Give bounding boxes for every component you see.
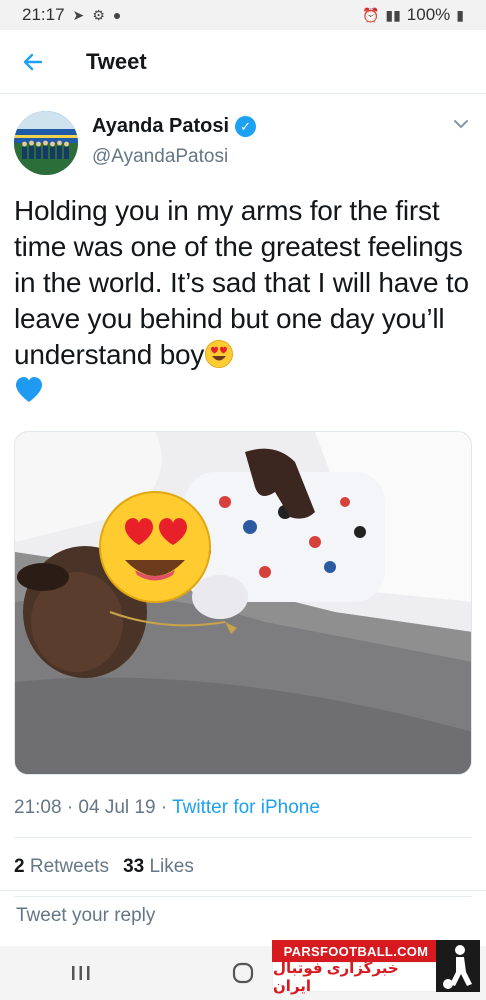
reply-input[interactable]: Tweet your reply [0, 890, 486, 946]
tweet-text: Holding you in my arms for the first tim… [14, 193, 472, 409]
back-button[interactable] [0, 30, 66, 94]
watermark: PARSFOOTBALL.COM خبرگزاری فوتبال ایران [272, 940, 482, 996]
page-title: Tweet [86, 48, 147, 74]
app-header: Tweet [0, 30, 486, 94]
author-handle: @AyandaPatosi [92, 146, 229, 167]
chevron-down-icon [454, 120, 468, 129]
photo-image [15, 432, 471, 774]
tweet-photo[interactable] [14, 431, 472, 775]
likes-label: Likes [149, 856, 194, 877]
status-time: 21:17 [22, 5, 65, 24]
likes-count: 33 [123, 856, 145, 877]
avatar[interactable] [14, 111, 78, 175]
likes-stat[interactable]: 33 Likes [123, 856, 194, 878]
battery-level: 100% [406, 5, 451, 24]
author-name: Ayanda Patosi [92, 115, 230, 137]
status-right: ⏰ ▮▮ 100% ▮ [362, 5, 464, 25]
tweet-author: Ayanda Patosi ✓ @AyandaPatosi [14, 95, 472, 185]
blue-heart-emoji-icon [14, 375, 44, 405]
tweet-source-link[interactable]: Twitter for iPhone [172, 797, 320, 818]
telegram-icon: ➤ [72, 6, 85, 23]
tweet-body: Holding you in my arms for the first tim… [14, 195, 469, 370]
tweet-timestamp: 21:08 · 04 Jul 19 · [14, 797, 173, 818]
watermark-logo-icon [436, 940, 480, 992]
battery-icon: ▮ [456, 6, 464, 23]
tweet-menu-button[interactable] [452, 117, 470, 135]
home-icon [232, 962, 254, 984]
retweets-label: Retweets [29, 856, 110, 877]
recents-button[interactable] [51, 953, 111, 993]
retweets-count: 2 [14, 856, 25, 877]
avatar-image [14, 111, 78, 175]
heart-eyes-sticker [99, 491, 211, 603]
drop-icon: ● [112, 7, 122, 23]
status-left: 21:17 ➤ ⚙ ● [22, 5, 121, 25]
heart-eyes-emoji-icon [204, 339, 234, 369]
alarm-icon: ⏰ [361, 6, 380, 23]
author-text: Ayanda Patosi ✓ @AyandaPatosi [92, 115, 257, 168]
tweet-detail: Ayanda Patosi ✓ @AyandaPatosi Holding yo… [0, 95, 486, 897]
retweets-stat[interactable]: 2 Retweets [14, 856, 109, 878]
verified-badge-icon: ✓ [235, 116, 257, 137]
recents-icon [72, 966, 90, 980]
status-bar: 21:17 ➤ ⚙ ● ⏰ ▮▮ 100% ▮ [0, 0, 486, 30]
tweet-meta: 21:08 · 04 Jul 19 · Twitter for iPhone [14, 797, 472, 823]
notification-icon: ⚙ [92, 6, 105, 23]
back-arrow-icon [23, 53, 43, 70]
tweet-stats: 2 Retweets 33 Likes [14, 838, 472, 896]
signal-icon: ▮▮ [385, 6, 401, 23]
home-button[interactable] [213, 953, 273, 993]
reply-placeholder: Tweet your reply [16, 905, 156, 926]
watermark-tagline: خبرگزاری فوتبال ایران [272, 960, 440, 995]
author-name-row[interactable]: Ayanda Patosi ✓ [92, 115, 257, 138]
